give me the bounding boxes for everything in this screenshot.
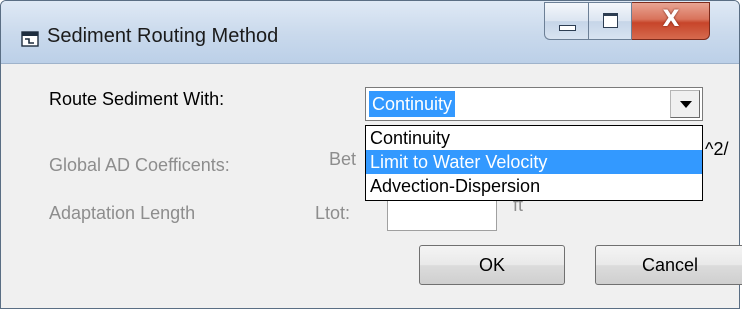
window-app-icon bbox=[21, 31, 39, 47]
cancel-button[interactable]: Cancel bbox=[595, 245, 742, 285]
dropdown-option-continuity[interactable]: Continuity bbox=[366, 126, 702, 150]
caption-buttons: X bbox=[544, 2, 710, 40]
minimize-icon bbox=[559, 25, 576, 31]
adaptation-length-input[interactable] bbox=[387, 199, 497, 231]
route-method-select[interactable]: Continuity bbox=[365, 87, 703, 121]
dropdown-option-limit-to-water-velocity[interactable]: Limit to Water Velocity bbox=[366, 150, 702, 174]
global-ad-coefficients-label: Global AD Coefficents: bbox=[49, 155, 230, 175]
route-sediment-label: Route Sediment With: bbox=[49, 89, 225, 109]
close-button[interactable]: X bbox=[632, 2, 710, 40]
maximize-button[interactable] bbox=[588, 2, 632, 40]
ad-beta-prefix-label: Bet bbox=[329, 149, 357, 169]
ltot-prefix-label: Ltot: bbox=[315, 203, 351, 223]
title-bar[interactable]: Sediment Routing Method X bbox=[1, 1, 739, 64]
maximize-icon bbox=[603, 13, 618, 28]
dropdown-option-advection-dispersion[interactable]: Advection-Dispersion bbox=[366, 174, 702, 198]
minimize-button[interactable] bbox=[544, 2, 588, 40]
route-method-selected-value: Continuity bbox=[369, 91, 456, 117]
close-icon: X bbox=[662, 7, 680, 32]
ok-button[interactable]: OK bbox=[419, 245, 565, 285]
window-title: Sediment Routing Method bbox=[47, 25, 279, 47]
adaptation-length-label: Adaptation Length bbox=[49, 203, 196, 223]
route-method-dropdown-list: Continuity Limit to Water Velocity Advec… bbox=[365, 125, 703, 201]
ad-unit-label: ^2/ bbox=[705, 139, 729, 159]
dropdown-arrow-icon[interactable] bbox=[670, 90, 700, 118]
dialog-body: Route Sediment With: Continuity Continui… bbox=[9, 65, 742, 303]
dialog-window: Sediment Routing Method X Route Sediment… bbox=[0, 0, 742, 309]
